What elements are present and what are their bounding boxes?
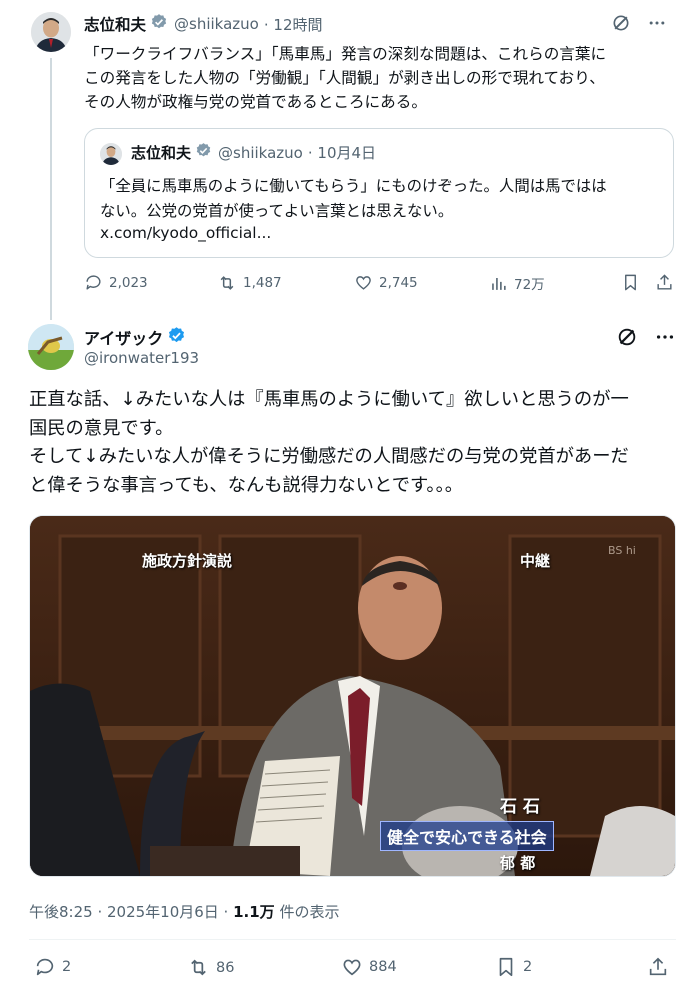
quoted-author-avatar	[100, 143, 122, 165]
photo-scene	[30, 516, 675, 876]
reply-icon	[84, 273, 103, 292]
tweet-text-line: 国民の意見です。	[29, 417, 174, 439]
bookmark-button[interactable]: 2	[495, 956, 532, 978]
caption-top-left: 施政方針演説	[142, 552, 233, 570]
author-avatar[interactable]	[31, 12, 71, 52]
verified-badge-icon	[150, 13, 168, 35]
bookmark-count: 2	[523, 959, 533, 975]
post-time[interactable]: · 12時間	[264, 14, 323, 35]
repost-icon	[187, 956, 210, 979]
heart-icon	[341, 956, 363, 978]
caption-corner: BS hi	[608, 544, 636, 557]
quoted-author-handle: @shiikazuo	[218, 143, 303, 162]
like-count: 2,745	[379, 274, 418, 291]
reply-button[interactable]: 2,023	[84, 273, 148, 292]
repost-count: 86	[216, 959, 235, 976]
views-label: 件の表示	[274, 903, 340, 921]
tweet-text-line: 正直な話、↓みたいな人は『馬車馬のように働いて』欲しいと思うのが一	[29, 389, 629, 410]
verified-badge-icon	[195, 142, 212, 163]
author-avatar[interactable]	[28, 324, 74, 370]
author-handle[interactable]: @ironwater193	[84, 349, 199, 367]
share-icon	[647, 956, 669, 978]
views-button[interactable]: 72万	[489, 273, 545, 293]
like-button[interactable]: 884	[341, 956, 397, 978]
bookmark-button[interactable]	[621, 273, 640, 292]
bookmark-icon	[495, 956, 517, 978]
view-count: 72万	[514, 277, 545, 293]
tweet-header: 志位和夫 @shiikazuo · 12時間	[84, 13, 679, 37]
grok-icon[interactable]	[611, 13, 631, 33]
quoted-link[interactable]: x.com/kyodo_official...	[100, 224, 271, 242]
reply-button[interactable]: 2	[34, 956, 71, 978]
tweet-actions: 2 86 884 2	[29, 956, 679, 982]
author-name[interactable]: アイザック	[84, 325, 163, 349]
like-button[interactable]: 2,745	[354, 273, 418, 292]
name-tag: 石 石	[500, 797, 540, 817]
reply-icon	[34, 956, 56, 978]
tweet-text-line: 「ワークライフバランス」「馬車馬」発言の深刻な問題は、これらの言葉に	[84, 45, 607, 63]
like-count: 884	[369, 959, 397, 975]
bookmark-icon	[621, 273, 640, 292]
tweet-text-line: と偉そうな事言っても、なんも説得力ないとです。。。	[29, 474, 463, 496]
lower-tag: 郁 都	[500, 854, 536, 872]
more-options-icon[interactable]	[647, 13, 667, 33]
view-count: 1.1万	[233, 903, 275, 921]
subtitle-caption: 健全で安心できる社会	[380, 821, 554, 851]
quoted-text: 「全員に馬車馬のように働いてもらう」にものけぞった。人間は馬ではは ない。公党の…	[100, 174, 665, 224]
quoted-text-line: 「全員に馬車馬のように働いてもらう」にものけぞった。人間は馬ではは	[100, 177, 607, 195]
reply-count: 2,023	[109, 274, 148, 291]
tweet-text: 「ワークライフバランス」「馬車馬」発言の深刻な問題は、これらの言葉に この発言を…	[84, 42, 674, 114]
share-icon	[655, 273, 674, 292]
more-options-icon[interactable]	[654, 326, 676, 348]
tweet-text-line: そして↓みたいな人が偉そうに労働感だの人間感だの与党の党首があーだ	[29, 446, 629, 467]
tweet-text: 正直な話、↓みたいな人は『馬車馬のように働いて』欲しいと思うのが一 国民の意見で…	[29, 386, 674, 500]
repost-icon	[217, 273, 237, 293]
repost-count: 1,487	[243, 275, 282, 291]
quoted-text-line: ない。公党の党首が使ってよい言葉とは思えない。	[100, 202, 454, 220]
tweet-photo[interactable]: 施政方針演説 中継 BS hi 石 石 健全で安心できる社会 郁 都	[29, 515, 676, 877]
grok-icon[interactable]	[616, 326, 638, 348]
quoted-author-name: 志位和夫	[131, 144, 192, 162]
repost-button[interactable]: 86	[187, 956, 234, 979]
tweet-tools	[616, 326, 676, 348]
reply-count: 2	[62, 959, 72, 975]
quoted-date: · 10月4日	[307, 144, 377, 162]
caption-top-right: 中継	[520, 552, 551, 570]
repost-button[interactable]: 1,487	[217, 273, 282, 293]
thread-line	[50, 58, 52, 320]
post-timestamp[interactable]: 午後8:25 · 2025年10月6日 ·	[29, 903, 233, 921]
author-handle[interactable]: @shiikazuo	[174, 15, 259, 33]
tweet-text-line: その人物が政権与党の党首であるところにある。	[84, 93, 427, 111]
author-name-row: アイザック	[84, 325, 186, 349]
verified-badge-icon	[167, 326, 186, 349]
heart-icon	[354, 273, 373, 292]
analytics-icon	[489, 274, 508, 293]
share-button[interactable]	[647, 956, 669, 978]
author-name[interactable]: 志位和夫	[84, 13, 146, 35]
quoted-header: 志位和夫 @shiikazuo · 10月4日	[131, 142, 376, 163]
tweet-actions: 2,023 1,487 2,745 72万	[84, 273, 684, 297]
post-meta: 午後8:25 · 2025年10月6日 · 1.1万 件の表示	[29, 901, 339, 922]
tweet-text-line: この発言をした人物の「労働観」「人間観」が剥き出しの形で現れており、	[84, 69, 605, 87]
divider	[29, 939, 676, 940]
share-button[interactable]	[655, 273, 674, 292]
quoted-tweet[interactable]: 志位和夫 @shiikazuo · 10月4日 「全員に馬車馬のように働いてもら…	[84, 128, 674, 258]
